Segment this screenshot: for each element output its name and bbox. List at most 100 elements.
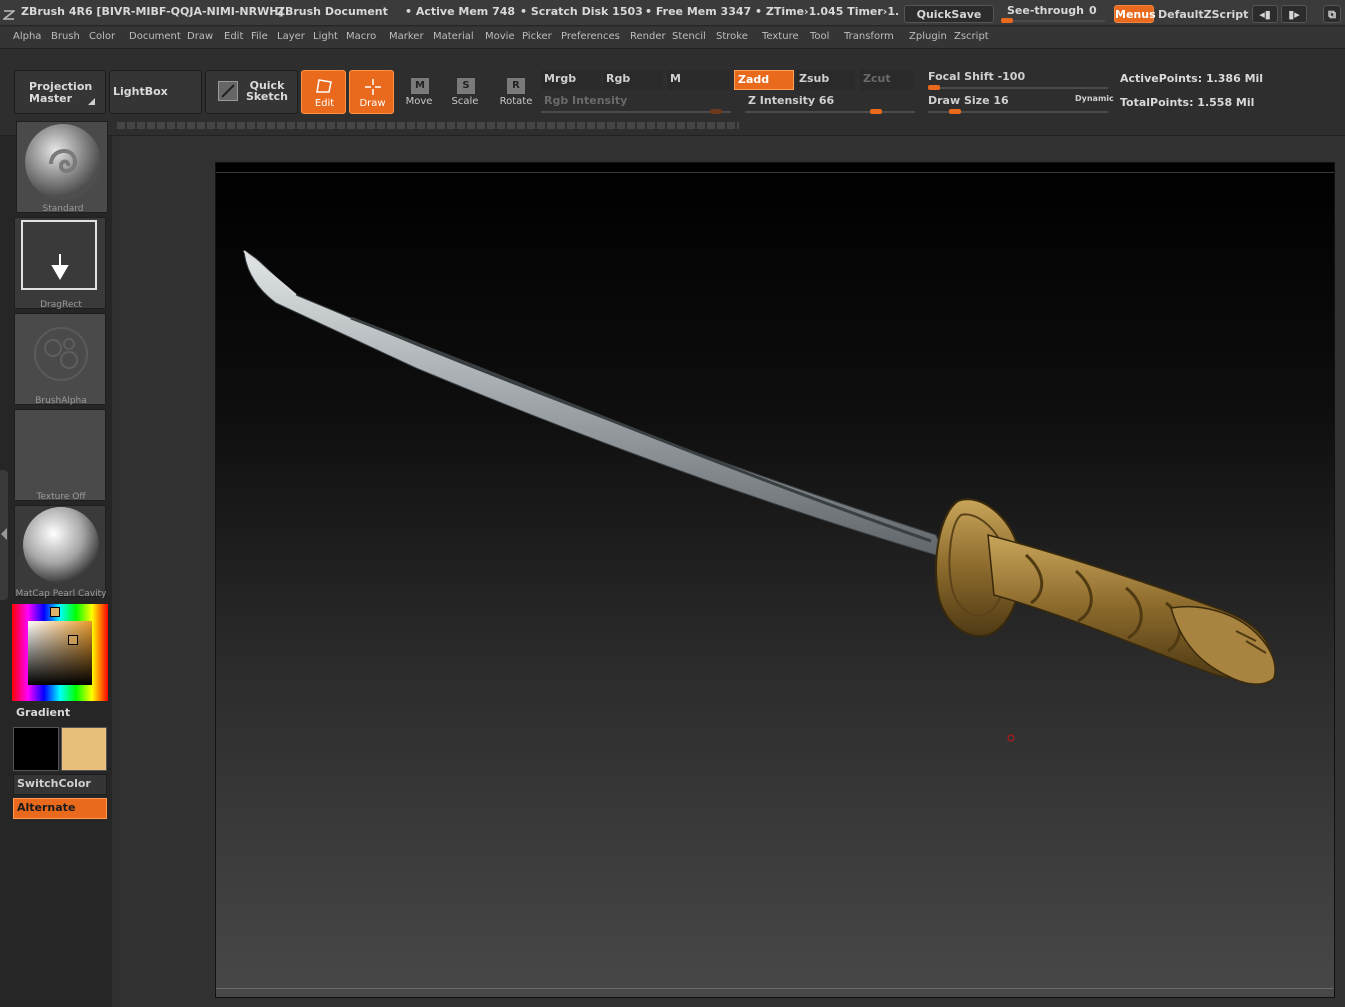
menu-draw[interactable]: Draw (187, 31, 213, 42)
cursor-marker (1007, 734, 1015, 742)
menu-zplugin[interactable]: Zplugin (909, 31, 947, 42)
primary-color-swatch[interactable] (13, 727, 59, 771)
menu-brush[interactable]: Brush (51, 31, 80, 42)
zsub-button[interactable]: Zsub (796, 70, 854, 90)
menu-transform[interactable]: Transform (844, 31, 894, 42)
menu-file[interactable]: File (251, 31, 268, 42)
menu-document[interactable]: Document (129, 31, 181, 42)
stroke-label: DragRect (40, 300, 82, 310)
menus-button[interactable]: Menus (1114, 5, 1156, 23)
corner-arrow-icon (88, 98, 95, 105)
focal-shift-knob[interactable] (928, 85, 940, 90)
rotate-label: Rotate (499, 96, 533, 107)
zcut-button[interactable]: Zcut (860, 70, 914, 90)
total-points: TotalPoints: 1.558 Mil (1120, 96, 1255, 109)
lightbox-button[interactable]: LightBox (109, 70, 202, 114)
stroke-thumbnail[interactable]: DragRect (14, 217, 106, 310)
document-canvas[interactable] (215, 162, 1335, 998)
active-mem: • Active Mem 748 (405, 5, 516, 18)
tray-left-icon[interactable]: ◂▮ (1252, 5, 1278, 23)
see-through-knob[interactable] (1001, 18, 1013, 23)
scale-label: Scale (451, 96, 479, 107)
mrgb-button[interactable]: Mrgb (541, 70, 601, 90)
menu-texture[interactable]: Texture (762, 31, 799, 42)
edit-label: Edit (314, 98, 335, 109)
menu-tool[interactable]: Tool (810, 31, 829, 42)
alternate-button[interactable]: Alternate (13, 798, 107, 819)
move-button[interactable]: M Move (401, 74, 437, 114)
draw-size-label[interactable]: Draw Size 16 (925, 92, 1065, 112)
see-through-slider[interactable] (1001, 20, 1105, 22)
switch-color-button[interactable]: SwitchColor (13, 774, 107, 795)
z-intensity-track[interactable] (745, 111, 915, 113)
menu-stencil[interactable]: Stencil (672, 31, 706, 42)
menu-color[interactable]: Color (89, 31, 115, 42)
brush-thumbnail[interactable]: Standard (16, 121, 108, 214)
scratch-disk: • Scratch Disk 1503 (520, 5, 643, 18)
quick-sketch-label: Quick Sketch (245, 79, 288, 103)
menu-alpha[interactable]: Alpha (13, 31, 41, 42)
texture-thumbnail[interactable]: Texture Off (14, 409, 106, 502)
rgb-intensity-knob[interactable] (710, 109, 723, 114)
color-square[interactable] (28, 621, 92, 685)
draw-size-knob[interactable] (949, 109, 961, 114)
menu-layer[interactable]: Layer (277, 31, 305, 42)
z-intensity-label[interactable]: Z Intensity 66 (745, 92, 915, 112)
quicksave-button[interactable]: QuickSave (904, 5, 994, 23)
color-picker[interactable] (12, 604, 108, 701)
menu-macro[interactable]: Macro (346, 31, 376, 42)
menu-movie[interactable]: Movie (485, 31, 515, 42)
dynamic-toggle[interactable]: Dynamic (1075, 94, 1114, 103)
material-thumbnail[interactable]: MatCap Pearl Cavity (14, 505, 107, 599)
menu-light[interactable]: Light (313, 31, 338, 42)
restore-window-icon[interactable]: ⧉ (1323, 5, 1341, 23)
see-through-label: See-through (1007, 4, 1085, 17)
scale-icon: S (457, 78, 475, 94)
zadd-button[interactable]: Zadd (734, 70, 794, 90)
menu-edit[interactable]: Edit (224, 31, 243, 42)
default-zscript-button[interactable]: DefaultZScript (1157, 5, 1249, 23)
matcap-sphere-icon (23, 507, 99, 583)
focal-shift-label[interactable]: Focal Shift -100 (925, 68, 1105, 88)
menu-render[interactable]: Render (630, 31, 666, 42)
draw-icon (365, 79, 381, 95)
m-button[interactable]: M (667, 70, 729, 90)
left-tray-handle[interactable] (0, 470, 8, 600)
menu-material[interactable]: Material (433, 31, 474, 42)
brush-alpha-icon (34, 327, 88, 381)
rgb-intensity-slider-label[interactable]: Rgb Intensity (541, 92, 731, 112)
katana-model[interactable] (216, 163, 1336, 999)
rotate-icon: R (507, 78, 525, 94)
rgb-button[interactable]: Rgb (603, 70, 663, 90)
zbrush-logo-icon (1, 6, 17, 20)
gradient-label[interactable]: Gradient (16, 706, 70, 719)
standard-brush-icon (25, 124, 101, 200)
z-intensity-knob[interactable] (870, 109, 883, 114)
collapse-arrow-icon (1, 528, 7, 540)
rgb-intensity-track[interactable] (541, 111, 731, 113)
active-points: ActivePoints: 1.386 Mil (1120, 72, 1264, 85)
shelf-scroll-strip[interactable] (117, 122, 739, 129)
saturation-marker[interactable] (68, 635, 78, 645)
ztime: • ZTime›1.045 Timer›1. (755, 5, 900, 18)
material-label: MatCap Pearl Cavity (15, 589, 107, 599)
secondary-color-swatch[interactable] (61, 727, 107, 771)
quick-sketch-icon (218, 81, 238, 101)
draw-label: Draw (359, 98, 386, 109)
projection-master-button[interactable]: Projection Master (14, 70, 106, 114)
draw-button[interactable]: Draw (349, 70, 394, 114)
scale-button[interactable]: S Scale (447, 74, 483, 114)
alpha-thumbnail[interactable]: BrushAlpha (14, 313, 106, 406)
focal-shift-track[interactable] (928, 87, 1108, 89)
menu-marker[interactable]: Marker (389, 31, 424, 42)
quick-sketch-button[interactable]: Quick Sketch (205, 70, 298, 114)
edit-button[interactable]: Edit (301, 70, 346, 114)
menu-picker[interactable]: Picker (522, 31, 552, 42)
menu-zscript[interactable]: Zscript (954, 31, 989, 42)
menu-preferences[interactable]: Preferences (561, 31, 620, 42)
menu-stroke[interactable]: Stroke (716, 31, 748, 42)
hue-marker[interactable] (50, 607, 60, 617)
tray-right-icon[interactable]: ▮▸ (1281, 5, 1307, 23)
blade (243, 250, 947, 559)
rotate-button[interactable]: R Rotate (497, 74, 535, 114)
